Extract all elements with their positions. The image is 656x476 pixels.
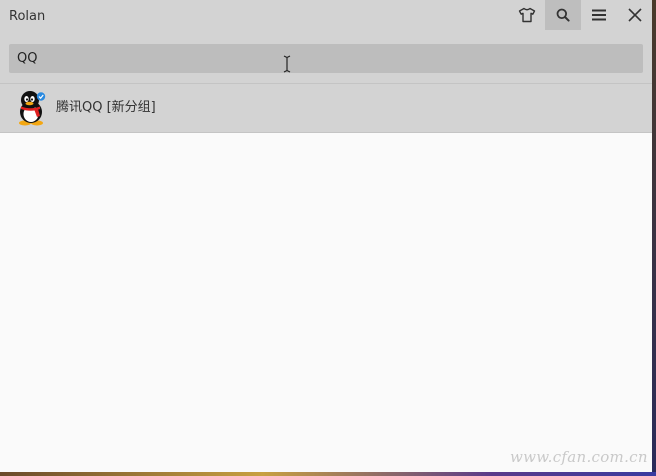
- result-item[interactable]: 腾讯QQ [新分组]: [0, 83, 652, 133]
- close-button[interactable]: [617, 0, 652, 30]
- desktop-background-edge-bottom: [0, 472, 656, 476]
- title-bar[interactable]: Rolan: [0, 0, 652, 32]
- hamburger-menu-icon: [592, 9, 606, 21]
- rolan-window: Rolan QQ 腾讯QQ [新分组] www.cfan.com.cn: [0, 0, 652, 472]
- desktop-background-edge: [652, 0, 656, 476]
- result-label: 腾讯QQ [新分组]: [56, 100, 156, 115]
- search-input[interactable]: [9, 44, 643, 73]
- skin-button[interactable]: [509, 0, 545, 30]
- watermark: www.cfan.com.cn: [510, 448, 648, 466]
- results-list: 腾讯QQ [新分组]: [0, 83, 652, 133]
- close-icon: [628, 8, 642, 22]
- app-title: Rolan: [9, 9, 46, 24]
- qq-penguin-icon: [15, 90, 47, 126]
- search-bar: [0, 32, 652, 83]
- tshirt-icon: [518, 7, 536, 23]
- search-icon: [556, 8, 570, 22]
- search-button[interactable]: [545, 0, 581, 30]
- menu-button[interactable]: [581, 0, 617, 30]
